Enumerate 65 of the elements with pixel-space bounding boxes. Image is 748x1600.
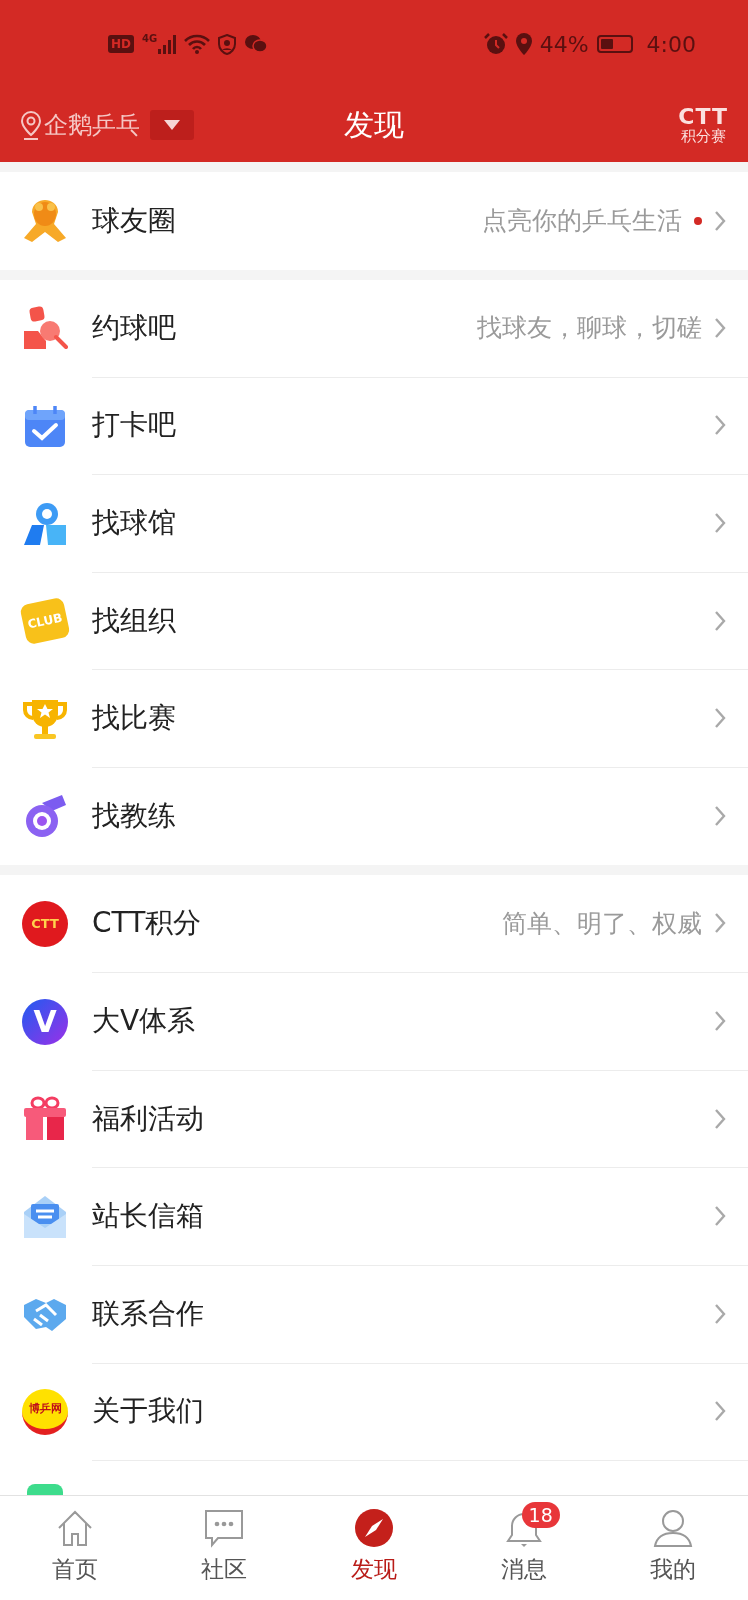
menu-item[interactable]: 找球馆: [0, 474, 748, 573]
calendar-check-icon: [23, 404, 67, 448]
gift-icon: [22, 1096, 68, 1143]
item-description: 点亮你的乒乓生活: [482, 205, 682, 238]
chevron-right-icon: [714, 1302, 726, 1325]
location-icon: [515, 33, 532, 55]
app-icon: [27, 1483, 63, 1495]
location-pin-icon: [20, 110, 42, 140]
menu-item[interactable]: 站长信箱: [0, 1167, 748, 1266]
chevron-right-icon: [714, 707, 726, 730]
venue-icon: [22, 500, 68, 547]
chevron-right-icon: [714, 912, 726, 935]
logo-text: CTT: [678, 105, 728, 128]
chevron-right-icon: [714, 805, 726, 828]
menu-item[interactable]: 球友圈 点亮你的乒乓生活: [0, 172, 748, 270]
v-logo-icon: V: [22, 998, 68, 1045]
wifi-icon: [184, 34, 211, 54]
user-icon: [653, 1508, 694, 1548]
chevron-right-icon: [714, 1010, 726, 1033]
menu-item[interactable]: 联系合作: [0, 1265, 748, 1364]
logo-subtext: 积分赛: [680, 127, 726, 145]
bird-icon: [22, 197, 68, 244]
shield-icon: [218, 33, 237, 55]
hd-indicator: HD: [108, 35, 134, 53]
chat-bubble-icon: [204, 1508, 245, 1548]
alarm-icon: [483, 33, 508, 55]
signal-icon: [158, 34, 177, 54]
chevron-right-icon: [714, 609, 726, 632]
menu-item[interactable]: 打卡吧: [0, 377, 748, 475]
chevron-right-icon: [714, 1107, 726, 1130]
menu-item[interactable]: 找比赛: [0, 669, 748, 768]
nav-tab[interactable]: 我的: [598, 1496, 748, 1600]
battery-percentage: 44%: [539, 31, 589, 57]
nav-tab[interactable]: 社区: [149, 1496, 300, 1600]
chevron-right-icon: [714, 512, 726, 535]
page-title: 发现: [344, 105, 404, 144]
item-description: 简单、明了、权威: [502, 907, 702, 940]
menu-item[interactable]: 约球吧 找球友，聊球，切磋: [0, 279, 748, 378]
chevron-right-icon: [714, 1400, 726, 1423]
menu-item[interactable]: 找教练: [0, 767, 748, 866]
nav-tab[interactable]: 首页: [0, 1496, 150, 1600]
club-icon: CLUB: [19, 597, 71, 646]
menu-item[interactable]: CLUB 找组织: [0, 572, 748, 670]
chevron-right-icon: [714, 1205, 726, 1228]
nav-tab[interactable]: 发现: [299, 1496, 449, 1600]
envelope-icon: [22, 1193, 68, 1240]
menu-item[interactable]: V 大V体系: [0, 972, 748, 1071]
menu-item[interactable]: 福利活动: [0, 1070, 748, 1168]
menu-item[interactable]: CTT CTT积分 简单、明了、权威: [0, 875, 748, 973]
ctt-logo-icon: CTT: [22, 900, 68, 947]
chevron-right-icon: [714, 414, 726, 437]
site-logo-icon: 博乒网: [22, 1388, 68, 1435]
item-description: 找球友，聊球，切磋: [477, 312, 702, 345]
chevron-right-icon: [714, 209, 726, 232]
chevron-right-icon: [714, 316, 726, 339]
chat-app-icon: [244, 34, 269, 54]
dropdown-icon: [150, 110, 194, 140]
network-type: 4G: [142, 34, 158, 44]
battery-icon: [596, 35, 633, 53]
notification-badge: 18: [521, 1502, 560, 1528]
menu-item[interactable]: 博乒网 关于我们: [0, 1363, 748, 1461]
search-people-icon: [22, 305, 68, 352]
nav-tab[interactable]: 18 消息: [448, 1496, 599, 1600]
compass-icon: [354, 1508, 394, 1548]
clock: 4:00: [646, 31, 696, 57]
